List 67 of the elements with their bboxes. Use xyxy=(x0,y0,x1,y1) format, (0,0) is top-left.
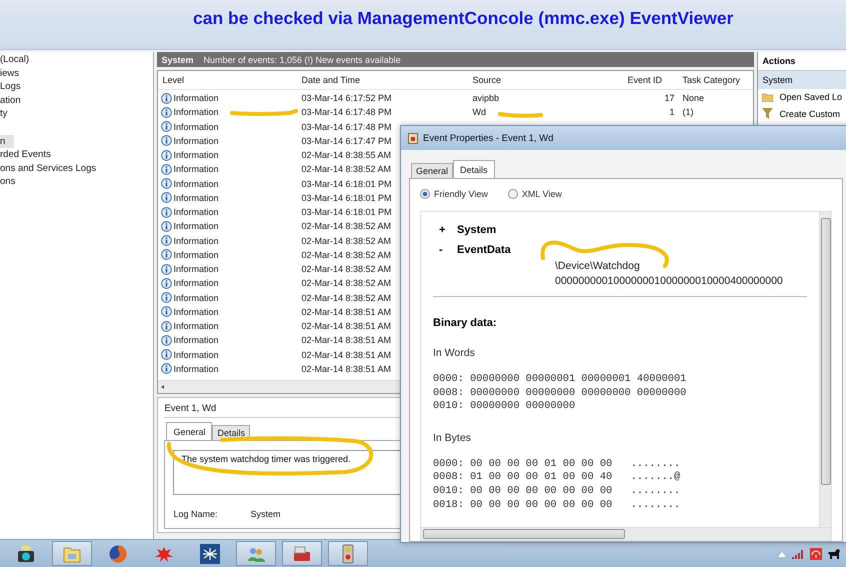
table-cell: 02-Mar-14 8:38:51 AM xyxy=(301,306,392,317)
tree-node-label: EventData xyxy=(457,244,511,256)
table-cell: 02-Mar-14 8:38:52 AM xyxy=(301,236,392,246)
level-text: Information xyxy=(173,107,218,118)
table-cell: 02-Mar-14 8:38:51 AM xyxy=(301,321,392,332)
hex-line: 0010: 00000000 00000000 xyxy=(433,400,576,414)
hex-line: 0008: 01 00 00 00 01 00 00 40 .......@ xyxy=(433,471,682,485)
level-text: Information xyxy=(173,221,218,232)
level-text: Information xyxy=(173,264,218,274)
field-label: Log Name: xyxy=(173,509,218,519)
annotation-text: can be checked via ManagementConcole (mmc.exe) EventViewer xyxy=(193,8,734,29)
level-text: Information xyxy=(173,236,218,246)
level-text: Information xyxy=(173,150,218,160)
radio-label: Friendly View xyxy=(434,189,488,199)
table-cell: 02-Mar-14 8:38:52 AM xyxy=(301,278,392,288)
table-cell: 02-Mar-14 8:38:52 AM xyxy=(301,221,392,232)
log-name: System xyxy=(161,54,194,64)
table-cell: 03-Mar-14 6:18:01 PM xyxy=(301,207,392,218)
table-cell: 1 xyxy=(669,107,674,118)
table-cell: 02-Mar-14 8:38:51 AM xyxy=(301,335,392,346)
level-text: Information xyxy=(173,122,218,132)
radio-label: XML View xyxy=(522,189,562,199)
table-cell: 03-Mar-14 6:17:48 PM xyxy=(301,107,392,118)
table-cell: 02-Mar-14 8:38:51 AM xyxy=(301,350,392,360)
level-text: Information xyxy=(173,93,218,104)
level-text: Information xyxy=(173,164,218,174)
level-text: Information xyxy=(173,178,218,189)
table-cell: 02-Mar-14 8:38:52 AM xyxy=(301,164,392,174)
dialog-title: Event Properties - Event 1, Wd xyxy=(423,132,554,144)
binary-data-heading: Binary data: xyxy=(433,317,498,329)
level-text: Information xyxy=(173,192,218,203)
table-cell: Wd xyxy=(472,107,486,118)
level-text: Information xyxy=(173,250,218,260)
tree-node-label: System xyxy=(457,224,496,236)
level-text: Information xyxy=(173,292,218,303)
level-text: Information xyxy=(173,350,218,360)
table-cell: 17 xyxy=(664,93,674,104)
level-text: Information xyxy=(173,136,218,146)
event-data-value: 000000000100000001000000010000400000000 xyxy=(555,275,784,289)
table-cell: avipbb xyxy=(472,93,499,104)
level-text: Information xyxy=(173,278,218,288)
table-cell: 02-Mar-14 8:38:52 AM xyxy=(301,292,392,303)
table-cell: 02-Mar-14 8:38:52 AM xyxy=(301,264,392,274)
bytes-heading: In Bytes xyxy=(433,432,472,444)
table-cell: 03-Mar-14 6:18:01 PM xyxy=(301,178,392,189)
table-cell: (1) xyxy=(682,107,694,118)
level-text: Information xyxy=(173,321,218,332)
table-cell: 03-Mar-14 6:17:48 PM xyxy=(301,122,392,132)
table-cell: 03-Mar-14 6:17:52 PM xyxy=(301,93,392,104)
event-count: Number of events: 1,056 (!) New events available xyxy=(203,54,401,64)
hex-line: 0000: 00000000 00000001 00000001 40000001 xyxy=(433,373,688,387)
table-cell: 03-Mar-14 6:18:01 PM xyxy=(301,192,392,203)
table-cell: None xyxy=(682,93,704,104)
words-heading: In Words xyxy=(433,347,476,359)
hex-line: 0000: 00 00 00 00 01 00 00 00 ........ xyxy=(433,458,682,472)
event-data-value: \Device\Watchdog xyxy=(555,260,641,274)
table-cell: 03-Mar-14 6:17:47 PM xyxy=(301,136,392,146)
table-cell: 02-Mar-14 8:38:52 AM xyxy=(301,250,392,260)
table-cell: 02-Mar-14 8:38:51 AM xyxy=(301,364,392,374)
field-value: System xyxy=(250,509,280,519)
level-text: Information xyxy=(173,306,218,317)
table-cell: 02-Mar-14 8:38:55 AM xyxy=(301,150,392,160)
level-text: Information xyxy=(173,364,218,374)
hex-line: 0018: 00 00 00 00 00 00 00 00 ........ xyxy=(433,498,682,512)
hex-line: 0008: 00000000 00000000 00000000 00000000 xyxy=(433,386,688,400)
level-text: Information xyxy=(173,335,218,346)
level-text: Information xyxy=(173,207,218,218)
